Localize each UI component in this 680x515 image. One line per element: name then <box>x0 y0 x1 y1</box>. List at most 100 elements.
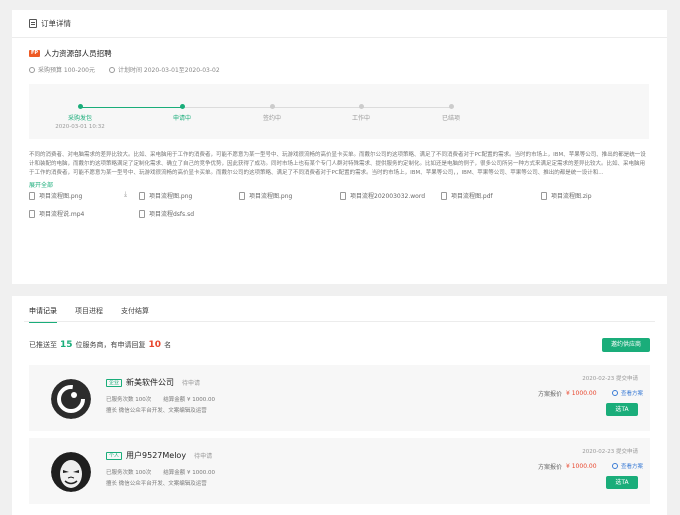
step-dot <box>269 104 275 109</box>
file-icon <box>29 209 35 218</box>
view-icon <box>612 390 618 396</box>
attachment-item[interactable]: 项目流程图.zip <box>541 191 592 200</box>
attachment-item[interactable]: 项目流程图.png <box>29 191 82 200</box>
push-summary: 已推送至 15 位服务商，有申请回复 10 名 <box>29 340 171 350</box>
applicant-skill: 擅长 微信公众平台开发、文案编辑及运营 <box>106 481 207 487</box>
document-icon <box>29 19 37 28</box>
file-icon <box>139 209 145 218</box>
file-name: 项目流程图.zip <box>551 193 592 200</box>
applicant-card: 个人 用户9527Meloy 待申请 已服务次数 100次 结算金额 ¥ 100… <box>29 438 650 504</box>
project-meta: 采购预算 100-200元 计划时间 2020-03-01至2020-03-02 <box>29 65 234 74</box>
individual-badge: 个人 <box>106 451 123 460</box>
replied-count: 10 <box>148 340 162 350</box>
attachment-item[interactable]: 项目流程图.png <box>139 191 192 200</box>
project-budget: 采购预算 100-200元 <box>38 67 95 74</box>
service-count: 已服务次数 100次 <box>106 397 152 403</box>
step-label: 已结项 <box>441 115 460 122</box>
card-header: 订单详情 <box>12 10 667 38</box>
attachment-item[interactable]: 项目流程图.pdf <box>441 191 493 200</box>
page-title: 订单详情 <box>41 19 71 28</box>
invite-supplier-button[interactable]: 邀约供应商 <box>602 338 650 352</box>
quote-label: 方案报价 <box>538 391 563 398</box>
tab-divider <box>24 321 655 322</box>
file-icon <box>441 191 447 200</box>
view-plan-link[interactable]: 查看方案 <box>612 389 643 397</box>
view-plan-link[interactable]: 查看方案 <box>612 462 643 470</box>
step-3: 签约中 <box>242 104 302 122</box>
applicant-skill: 擅长 微信公众平台开发、文案编辑及运营 <box>106 408 207 414</box>
service-count: 已服务次数 100次 <box>106 470 152 476</box>
step-dot <box>358 104 364 109</box>
quote-value: ¥ 1000.00 <box>566 463 597 470</box>
file-icon <box>541 191 547 200</box>
file-icon <box>340 191 346 200</box>
view-icon <box>612 463 618 469</box>
file-name: 项目流程图.pdf <box>451 193 493 200</box>
file-icon <box>239 191 245 200</box>
summary-suffix: 名 <box>164 341 172 349</box>
summary-prefix: 已推送至 <box>29 341 57 349</box>
attachment-item[interactable]: 项目流程dsfs.sd <box>139 209 194 218</box>
step-time: 2020-03-01 10:32 <box>55 124 105 130</box>
applicant-card: 企业 新美软件公司 待申请 已服务次数 100次 结算金额 ¥ 1000.00 … <box>29 365 650 431</box>
project-description: 不同的消费者、对电脑需求的差异比较大。比如、采电脑用于工作的消费者，可能不愿意为… <box>29 152 646 176</box>
select-applicant-button[interactable]: 选TA <box>606 476 638 489</box>
applicant-name-row: 企业 新美软件公司 待申请 <box>106 377 200 388</box>
attachment-item[interactable]: 项目流程202003032.word <box>340 191 425 200</box>
enterprise-badge: 企业 <box>106 378 123 387</box>
applicant-status: 待申请 <box>182 380 201 387</box>
quote: 方案报价 ¥ 1000.00 <box>538 462 597 471</box>
step-dot <box>448 104 454 109</box>
progress-steps: 采购发包 2020-03-01 10:32 申请中 签约中 工作中 已结项 <box>29 84 649 139</box>
attachment-item[interactable]: 项目流程说.mp4 <box>29 209 84 218</box>
budget-icon <box>29 66 35 73</box>
apply-date: 2020-02-23 提交申请 <box>582 449 638 455</box>
applicant-status: 待申请 <box>194 453 213 460</box>
project-title-row: FP 人力资源部人员招聘 <box>29 48 112 59</box>
avatar <box>51 452 91 492</box>
select-applicant-button[interactable]: 选TA <box>606 403 638 416</box>
download-icon[interactable]: ⤓ <box>124 190 127 199</box>
file-name: 项目流程图.png <box>149 193 193 200</box>
order-detail-card: 订单详情 FP 人力资源部人员招聘 采购预算 100-200元 计划时间 202… <box>12 10 667 284</box>
applicant-name: 新美软件公司 <box>126 378 175 387</box>
step-dot <box>77 104 83 109</box>
file-name: 项目流程图.png <box>39 193 83 200</box>
settlement-amount: 结算金额 ¥ 1000.00 <box>163 397 215 403</box>
step-label: 采购发包 <box>67 115 92 122</box>
applicant-name: 用户9527Meloy <box>126 451 187 460</box>
file-icon <box>29 191 35 200</box>
project-plan-time: 计划时间 2020-03-01至2020-03-02 <box>117 67 220 74</box>
applicant-name-row: 个人 用户9527Meloy 待申请 <box>106 450 212 461</box>
step-1: 采购发包 2020-03-01 10:32 <box>50 104 110 130</box>
summary-middle: 位服务商，有申请回复 <box>75 341 146 349</box>
sent-count: 15 <box>60 340 73 350</box>
progress-line-pending <box>182 107 453 108</box>
quote: 方案报价 ¥ 1000.00 <box>538 389 597 398</box>
application-card: 申请记录 项目进程 支付结算 已推送至 15 位服务商，有申请回复 10 名 邀… <box>12 296 667 515</box>
expand-all-link[interactable]: 展开全部 <box>29 180 53 189</box>
file-name: 项目流程说.mp4 <box>39 211 85 218</box>
applicant-stats: 已服务次数 100次 结算金额 ¥ 1000.00 <box>106 395 227 403</box>
applicant-stats: 已服务次数 100次 结算金额 ¥ 1000.00 <box>106 468 227 476</box>
file-icon <box>139 191 145 200</box>
attachment-item[interactable]: 项目流程图.png <box>239 191 292 200</box>
file-name: 项目流程202003032.word <box>350 193 426 200</box>
quote-value: ¥ 1000.00 <box>566 390 597 397</box>
step-5: 已结项 <box>421 104 481 122</box>
view-plan-label: 查看方案 <box>621 464 644 470</box>
project-name: 人力资源部人员招聘 <box>44 49 112 58</box>
project-tag: FP <box>29 50 41 57</box>
file-name: 项目流程图.png <box>249 193 293 200</box>
view-plan-label: 查看方案 <box>621 391 644 397</box>
step-label: 签约中 <box>262 115 281 122</box>
step-label: 工作中 <box>351 115 370 122</box>
clock-icon <box>108 66 115 73</box>
settlement-amount: 结算金额 ¥ 1000.00 <box>163 470 215 476</box>
step-label: 申请中 <box>172 115 191 122</box>
step-4: 工作中 <box>331 104 391 122</box>
step-2: 申请中 <box>152 104 212 122</box>
file-name: 项目流程dsfs.sd <box>149 211 195 218</box>
apply-date: 2020-02-23 提交申请 <box>582 376 638 382</box>
company-logo <box>51 379 91 419</box>
